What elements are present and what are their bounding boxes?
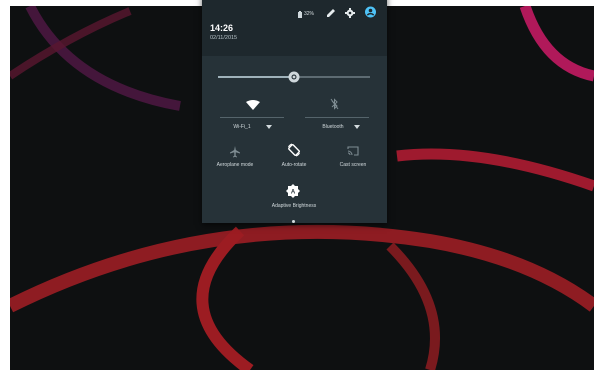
clock-date[interactable]: 02/11/2015: [210, 35, 237, 41]
caret-down-icon[interactable]: [266, 125, 272, 129]
airplane-icon[interactable]: [230, 146, 240, 158]
status-header: 32% 14:26 02/11/2015: [202, 0, 387, 56]
wifi-icon[interactable]: [246, 100, 260, 110]
brightness-slider-thumb-icon[interactable]: [287, 70, 301, 84]
bluetooth-label[interactable]: Bluetooth: [311, 124, 355, 130]
battery-percent: 32%: [304, 11, 315, 17]
svg-text:A: A: [291, 190, 296, 196]
wifi-divider: [220, 117, 284, 118]
settings-gear-icon[interactable]: [345, 7, 355, 19]
airplane-label[interactable]: Aeroplane mode: [210, 162, 260, 168]
battery-status: 32%: [298, 8, 314, 20]
page-indicator: [292, 220, 295, 223]
brightness-auto-icon[interactable]: A: [286, 184, 300, 198]
bluetooth-divider: [305, 117, 369, 118]
adaptive-brightness-label[interactable]: Adaptive Brightness: [264, 203, 324, 209]
quick-settings-panel: 32% 14:26 02/11/2015 Wi-Fi_1 Bluetooth A…: [202, 0, 387, 223]
autorotate-label[interactable]: Auto-rotate: [270, 162, 318, 168]
account-icon[interactable]: [365, 6, 376, 18]
battery-icon: [298, 10, 302, 18]
bluetooth-off-icon[interactable]: [330, 98, 339, 110]
wifi-label[interactable]: Wi-Fi_1: [222, 124, 262, 130]
brightness-slider-fill: [218, 76, 294, 78]
screen-rotation-icon[interactable]: [287, 143, 301, 157]
pencil-icon[interactable]: [326, 7, 336, 19]
cast-icon[interactable]: [347, 146, 359, 156]
caret-down-icon[interactable]: [354, 125, 360, 129]
cast-label[interactable]: Cast screen: [330, 162, 376, 168]
clock-time[interactable]: 14:26: [210, 23, 233, 33]
